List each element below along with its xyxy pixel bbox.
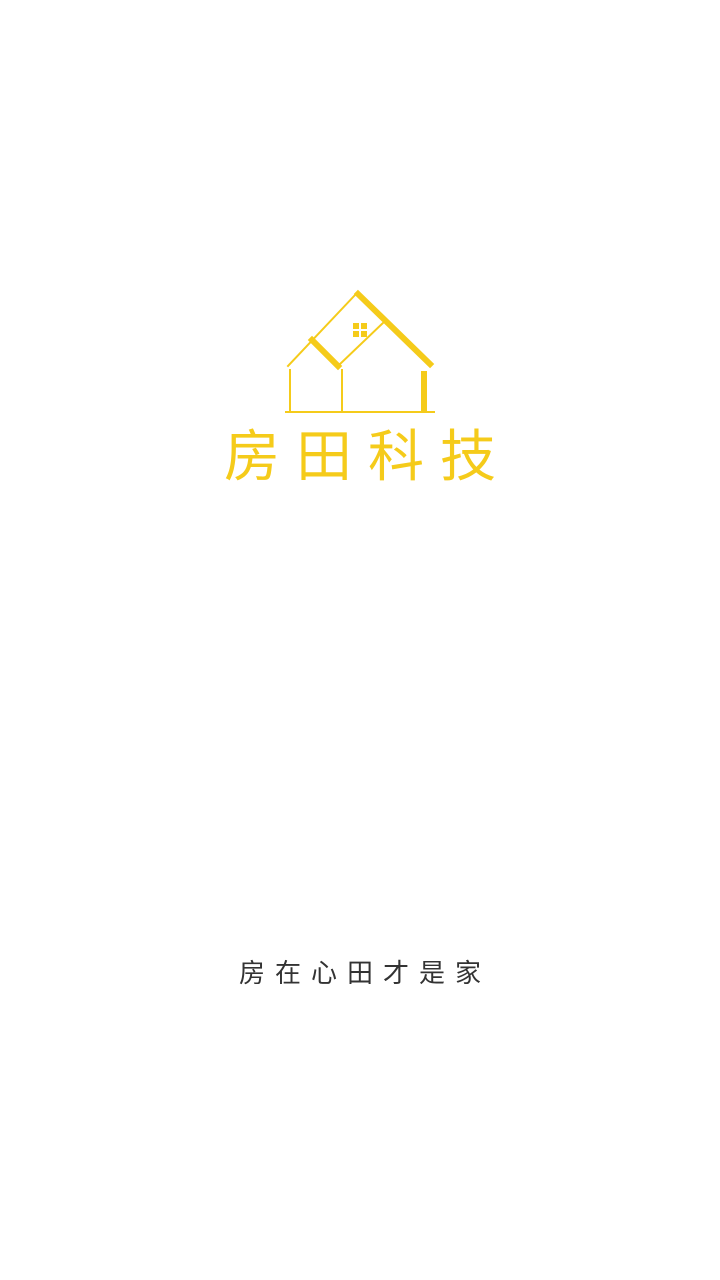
slogan-text: 房在心田才是家 — [238, 959, 491, 989]
brand-name: 房田科技 — [224, 425, 512, 490]
house-logo-icon — [280, 288, 440, 418]
splash-screen: 房田科技 房在心田才是家 — [0, 0, 720, 1280]
